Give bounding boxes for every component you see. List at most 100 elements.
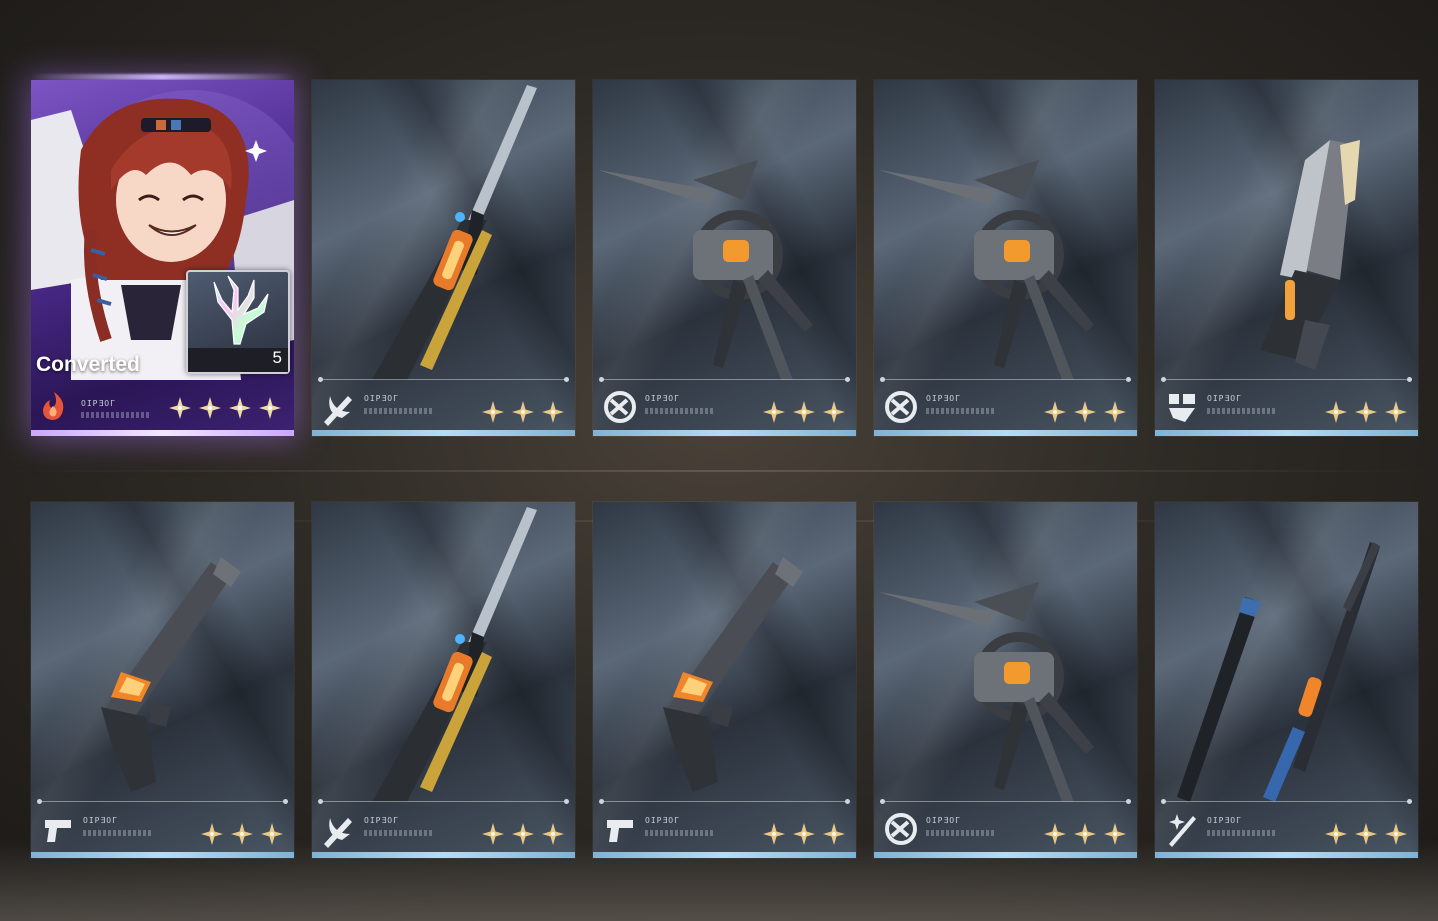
star-icon (1104, 401, 1126, 423)
rarity-stars (168, 396, 282, 420)
card-code: OIPƎOГ (926, 816, 961, 825)
weapon-card-broadblade[interactable]: OIPƎOГ (312, 80, 575, 436)
star-icon (763, 823, 785, 845)
gauntlets-icon (885, 391, 917, 423)
star-icon (823, 823, 845, 845)
star-icon (1385, 823, 1407, 845)
card-code-bar (645, 408, 715, 414)
broadblade-weapon-art (372, 507, 537, 802)
rarity-stars (762, 400, 846, 424)
card-underbar (31, 852, 294, 858)
star-icon (201, 823, 223, 845)
star-icon (1325, 401, 1347, 423)
broadblade-icon (324, 396, 352, 426)
gauntlets-weapon-art (879, 160, 1094, 380)
star-icon (1355, 401, 1377, 423)
card-code: OIPƎOГ (81, 399, 116, 408)
card-underbar (1155, 852, 1418, 858)
weapon-card-pistols[interactable]: OIPƎOГ (593, 502, 856, 858)
weapon-card-sword[interactable]: OIPƎOГ (1155, 502, 1418, 858)
card-code-bar (645, 830, 715, 836)
card-divider (1161, 799, 1412, 804)
card-underbar (1155, 430, 1418, 436)
rarity-stars (1043, 400, 1127, 424)
card-underbar (593, 852, 856, 858)
card-underbar (874, 430, 1137, 436)
card-underbar (593, 430, 856, 436)
rarity-stars (1324, 400, 1408, 424)
gauntlets-weapon-art (598, 160, 813, 380)
card-underbar (874, 852, 1137, 858)
star-icon (169, 397, 191, 419)
star-icon (1104, 823, 1126, 845)
broadblade-weapon-art (372, 85, 537, 380)
card-code-bar (364, 830, 434, 836)
weapon-card-rectifier[interactable]: OIPƎOГ (1155, 80, 1418, 436)
star-icon (231, 823, 253, 845)
coral-crystal-icon (213, 275, 269, 345)
weapon-card-broadblade[interactable]: OIPƎOГ (312, 502, 575, 858)
pistols-icon (45, 820, 71, 842)
card-divider (599, 377, 850, 382)
star-icon (1044, 401, 1066, 423)
star-icon (793, 823, 815, 845)
star-icon (793, 401, 815, 423)
weapon-card-gauntlets[interactable]: OIPƎOГ (874, 80, 1137, 436)
card-divider (880, 377, 1131, 382)
star-icon (1074, 401, 1096, 423)
star-icon (542, 401, 564, 423)
card-underbar (31, 430, 294, 436)
character-portrait (31, 90, 294, 380)
card-code: OIPƎOГ (645, 816, 680, 825)
star-icon (512, 401, 534, 423)
rectifier-icon (1169, 394, 1195, 422)
converted-label: Converted (36, 353, 140, 376)
card-divider (599, 799, 850, 804)
star-icon (482, 823, 504, 845)
card-divider (880, 799, 1131, 804)
card-underbar (312, 852, 575, 858)
rarity-stars (200, 822, 284, 846)
card-code-bar (1207, 830, 1277, 836)
card-code-bar (926, 408, 996, 414)
fusion-flame-icon (43, 392, 64, 420)
rarity-stars (762, 822, 846, 846)
card-divider (1161, 377, 1412, 382)
star-icon (512, 823, 534, 845)
weapon-card-gauntlets[interactable]: OIPƎOГ (874, 502, 1137, 858)
star-icon (1325, 823, 1347, 845)
star-icon (1385, 401, 1407, 423)
star-icon (229, 397, 251, 419)
item-slot[interactable]: 5 (186, 270, 290, 374)
sword-icon (1169, 814, 1196, 847)
weapon-card-gauntlets[interactable]: OIPƎOГ (593, 80, 856, 436)
gauntlets-weapon-art (879, 582, 1094, 802)
rarity-stars (481, 400, 565, 424)
star-icon (199, 397, 221, 419)
item-count: 5 (272, 348, 282, 367)
rarity-stars (1043, 822, 1127, 846)
star-icon (1355, 823, 1377, 845)
card-code-bar (1207, 408, 1277, 414)
card-code: OIPƎOГ (1207, 394, 1242, 403)
card-code: OIPƎOГ (645, 394, 680, 403)
card-code: OIPƎOГ (1207, 816, 1242, 825)
gauntlets-icon (604, 391, 636, 423)
card-divider (37, 799, 288, 804)
card-divider (318, 799, 569, 804)
star-icon (823, 401, 845, 423)
star-icon (1044, 823, 1066, 845)
star-icon (261, 823, 283, 845)
card-code: OIPƎOГ (364, 816, 399, 825)
rectifier-weapon-art (1260, 140, 1360, 370)
gauntlets-icon (885, 813, 917, 845)
card-code: OIPƎOГ (926, 394, 961, 403)
card-code: OIPƎOГ (364, 394, 399, 403)
pistols-icon (607, 820, 633, 842)
star-icon (763, 401, 785, 423)
star-icon (482, 401, 504, 423)
weapon-card-pistols[interactable]: OIPƎOГ (31, 502, 294, 858)
star-icon (1074, 823, 1096, 845)
star-icon (259, 397, 281, 419)
character-card[interactable]: 5 Converted OIPƎOГ (31, 80, 294, 436)
